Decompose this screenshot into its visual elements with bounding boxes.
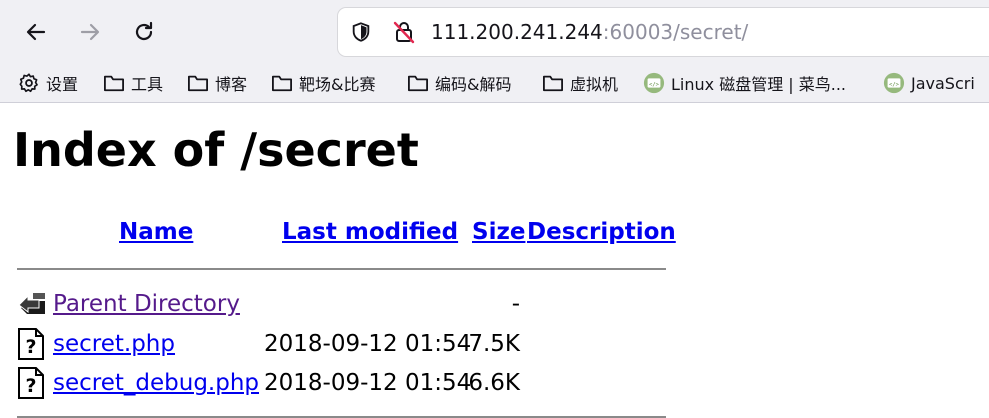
reload-button[interactable] xyxy=(124,12,164,52)
svg-text:?: ? xyxy=(25,336,36,358)
bookmark-linux-disk[interactable]: </> Linux 磁盘管理 | 菜鸟... xyxy=(643,70,846,96)
file-size: - xyxy=(511,291,520,317)
bookmark-label: 博客 xyxy=(215,75,248,94)
column-header-size[interactable]: Size xyxy=(472,219,525,245)
file-size: 7.5K xyxy=(468,331,520,357)
url-text[interactable]: 111.200.241.244:60003/secret/ xyxy=(431,19,748,45)
folder-icon xyxy=(188,75,208,92)
column-header-description[interactable]: Description xyxy=(527,219,676,245)
unknown-file-icon: ? xyxy=(18,328,44,360)
table-row: Parent Directory - xyxy=(0,287,700,321)
bookmark-javascript[interactable]: </> JavaScri xyxy=(883,70,975,96)
insecure-lock-icon[interactable] xyxy=(392,20,416,44)
arrow-right-icon xyxy=(80,23,100,41)
file-link-secret-php[interactable]: secret.php xyxy=(53,331,175,357)
folder-icon xyxy=(271,75,292,92)
file-size: 6.6K xyxy=(468,370,520,396)
svg-text:</>: </> xyxy=(649,82,660,88)
address-bar[interactable]: 111.200.241.244:60003/secret/ xyxy=(338,8,989,56)
header-divider xyxy=(17,268,666,270)
bookmark-label: 编码&解码 xyxy=(435,75,512,94)
forward-button[interactable] xyxy=(70,12,110,52)
runoob-icon: </> xyxy=(643,72,665,94)
bookmark-folder-blog[interactable]: 博客 xyxy=(187,70,247,96)
bookmark-label: JavaScri xyxy=(911,73,975,93)
page-title: Index of /secret xyxy=(13,123,419,177)
url-host: 111.200.241.244 xyxy=(431,20,603,44)
bookmark-label: 靶场&比赛 xyxy=(299,75,376,94)
bookmark-folder-ctf[interactable]: 靶场&比赛 xyxy=(271,70,375,96)
bookmark-folder-tools[interactable]: 工具 xyxy=(103,70,163,96)
parent-directory-link[interactable]: Parent Directory xyxy=(53,291,240,317)
table-row: ? secret.php 2018-09-12 01:54 7.5K xyxy=(0,327,700,361)
column-header-last-modified[interactable]: Last modified xyxy=(282,219,458,245)
reload-icon xyxy=(135,21,153,41)
arrow-left-icon xyxy=(26,23,46,41)
url-path: :60003/secret/ xyxy=(602,20,749,44)
unknown-file-icon: ? xyxy=(18,367,44,399)
folder-icon xyxy=(104,75,124,92)
file-link-secret-debug-php[interactable]: secret_debug.php xyxy=(53,370,259,396)
bookmark-label: 虚拟机 xyxy=(570,75,619,94)
gear-icon xyxy=(19,73,38,93)
svg-text:?: ? xyxy=(25,375,36,397)
bookmark-label: 工具 xyxy=(131,75,164,94)
shield-icon[interactable] xyxy=(350,21,372,43)
table-row: ? secret_debug.php 2018-09-12 01:54 6.6K xyxy=(0,366,700,400)
folder-icon xyxy=(407,75,428,92)
bookmark-folder-encoding[interactable]: 编码&解码 xyxy=(407,70,511,96)
page-content: Index of /secret Name Last modified Size… xyxy=(0,103,989,418)
bookmark-label: 设置 xyxy=(46,75,79,94)
folder-icon xyxy=(543,75,563,92)
runoob-icon: </> xyxy=(883,72,905,94)
file-date: 2018-09-12 01:54 xyxy=(264,331,472,357)
bookmarks-toolbar: 设置 工具 博客 靶场&比赛 编码&解码 虚拟机 </> Linux 磁盘管理 … xyxy=(0,64,989,103)
browser-toolbar: 111.200.241.244:60003/secret/ xyxy=(0,0,989,64)
file-date: 2018-09-12 01:54 xyxy=(264,370,472,396)
bookmark-settings[interactable]: 设置 xyxy=(18,70,78,96)
column-header-name[interactable]: Name xyxy=(119,219,193,245)
back-folder-icon xyxy=(18,293,45,314)
svg-text:</>: </> xyxy=(889,82,900,88)
bookmark-folder-vm[interactable]: 虚拟机 xyxy=(542,70,618,96)
bookmark-label: Linux 磁盘管理 | 菜鸟... xyxy=(671,75,847,94)
back-button[interactable] xyxy=(16,12,56,52)
